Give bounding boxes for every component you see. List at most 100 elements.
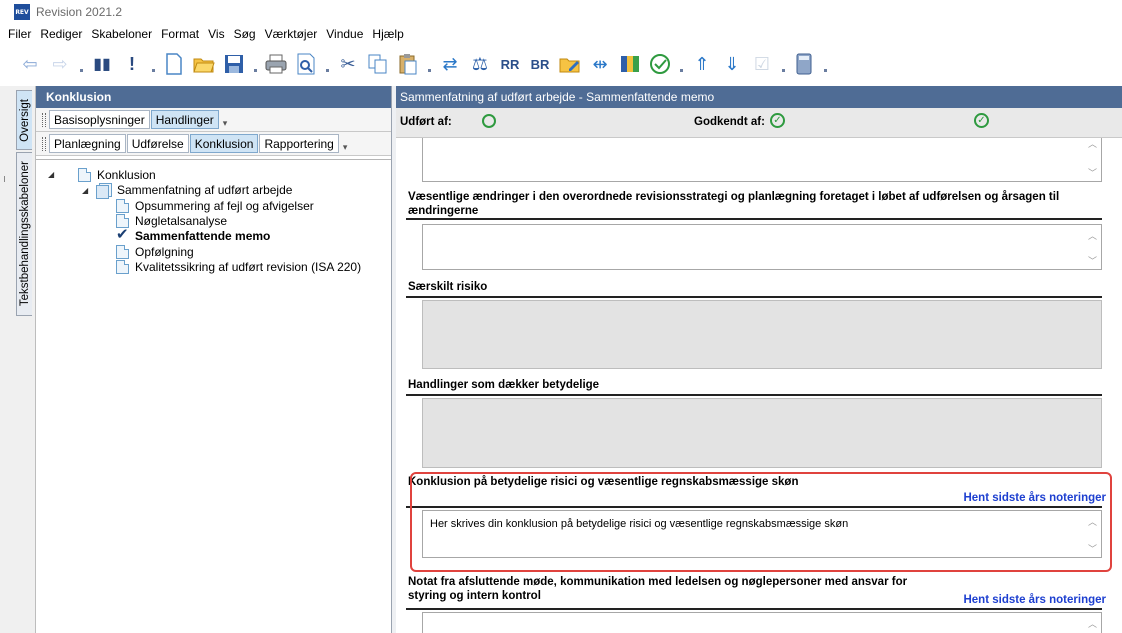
grip-handle[interactable]	[42, 112, 46, 127]
tab-udfoerelse[interactable]: Udførelse	[126, 134, 189, 153]
scroll-up-icon[interactable]: ︿	[1088, 515, 1097, 528]
menu-vaerktoejer[interactable]: Værktøjer	[265, 27, 318, 41]
transfer-icon[interactable]: ⇄	[438, 52, 462, 76]
balance-icon[interactable]: ⚖	[468, 52, 492, 76]
menu-rediger[interactable]: Rediger	[40, 27, 82, 41]
udfoert-label: Udført af:	[400, 116, 452, 128]
br-icon[interactable]: BR	[528, 52, 552, 76]
textarea-scrollbar[interactable]: ︿ ﹀	[1085, 138, 1101, 181]
menu-skabeloner[interactable]: Skabeloner	[91, 27, 152, 41]
previous-section-textarea[interactable]: ︿ ﹀	[422, 138, 1102, 182]
godkendt-label: Godkendt af:	[694, 116, 765, 128]
menu-hjaelp[interactable]: Hjælp	[372, 27, 403, 41]
tab-rapportering[interactable]: Rapportering	[259, 134, 339, 153]
tree-item-sammenfattende-memo[interactable]: ✔ Sammenfattende memo	[116, 225, 270, 243]
section-divider	[406, 394, 1102, 396]
side-tab-oversigt[interactable]: Oversigt	[16, 90, 32, 150]
tab-row-overflow-icon[interactable]: ▾	[343, 142, 348, 153]
menu-format[interactable]: Format	[161, 27, 199, 41]
final-status-icon[interactable]: ✓	[974, 113, 989, 128]
right-panel: Sammenfatning af udført arbejde - Sammen…	[396, 86, 1122, 633]
menu-filer[interactable]: Filer	[8, 27, 31, 41]
konklusion-text: Her skrives din konklusion på betydelige…	[430, 518, 849, 530]
tree-item-opfoelgning[interactable]: Opfølgning	[116, 244, 194, 259]
textarea-scrollbar[interactable]: ︿	[1085, 613, 1101, 633]
open-folder-icon[interactable]	[192, 52, 216, 76]
memo-content: ︿ ﹀ Væsentlige ændringer i den overordned…	[396, 138, 1122, 633]
menu-vis[interactable]: Vis	[208, 27, 224, 41]
udfoert-status-icon[interactable]	[482, 114, 496, 128]
menu-soeg[interactable]: Søg	[234, 27, 256, 41]
section-divider	[406, 218, 1102, 220]
tree-item-konklusion[interactable]: Konklusion	[78, 167, 156, 182]
tab-handlinger[interactable]: Handlinger	[150, 110, 219, 129]
notat-textarea[interactable]: ︿	[422, 612, 1102, 633]
folder-edit-icon[interactable]	[558, 52, 582, 76]
collapse-icon[interactable]: ◢	[48, 170, 54, 179]
textarea-scrollbar[interactable]: ︿ ﹀	[1085, 225, 1101, 269]
left-panel: Konklusion Basisoplysninger Handlinger ▾…	[36, 86, 392, 633]
tree-item-kvalitetssikring[interactable]: Kvalitetssikring af udført revision (ISA…	[116, 259, 361, 274]
tab-row-overflow-icon[interactable]: ▾	[223, 118, 228, 129]
navigation-tree: ◢ Konklusion ◢ Sammenfatning af udført a…	[36, 159, 391, 633]
save-icon[interactable]	[222, 52, 246, 76]
toolbar-separator	[252, 52, 258, 76]
forward-arrow-icon[interactable]: ⇨	[48, 52, 72, 76]
calculator-icon[interactable]	[792, 52, 816, 76]
tab-row-1: Basisoplysninger Handlinger ▾	[36, 108, 391, 132]
side-tab-tekstbehandling[interactable]: Tekstbehandlingsskabeloner	[16, 152, 32, 316]
scroll-down-icon[interactable]: ﹀	[1088, 254, 1097, 267]
cut-icon[interactable]: ✂	[336, 52, 360, 76]
document-icon	[116, 259, 129, 274]
hent-noteringer-link[interactable]: Hent sidste års noteringer	[963, 492, 1106, 504]
pause-icon[interactable]: ▮▮	[90, 52, 114, 76]
print-icon[interactable]	[264, 52, 288, 76]
toolbar-separator	[822, 52, 828, 76]
section-title-saerskilt: Særskilt risiko	[408, 281, 488, 293]
tab-basisoplysninger[interactable]: Basisoplysninger	[49, 110, 150, 129]
document-icon	[116, 244, 129, 259]
scroll-down-icon[interactable]: ﹀	[1088, 166, 1097, 179]
print-preview-icon[interactable]	[294, 52, 318, 76]
checkmark-icon: ✔	[116, 225, 129, 243]
tree-item-opsummering[interactable]: Opsummering af fejl og afvigelser	[116, 198, 314, 213]
down-arrows-icon[interactable]: ⇓	[720, 52, 744, 76]
exclamation-icon[interactable]: !	[120, 52, 144, 76]
toolbar-separator	[324, 52, 330, 76]
section-title-vaesentlige: Væsentlige ændringer i den overordnede r…	[408, 191, 1060, 217]
signpost-icon[interactable]: ⇹	[588, 52, 612, 76]
section-title-notat: Notat fra afsluttende møde, kommunikatio…	[408, 576, 908, 602]
tree-item-sammenfatning[interactable]: Sammenfatning af udført arbejde	[96, 182, 292, 199]
title-bar: REV Revision 2021.2	[0, 0, 1122, 24]
tab-planlaegning[interactable]: Planlægning	[49, 134, 126, 153]
up-arrows-icon[interactable]: ⇑	[690, 52, 714, 76]
konklusion-textarea[interactable]: Her skrives din konklusion på betydelige…	[422, 510, 1102, 558]
scroll-down-icon[interactable]: ﹀	[1088, 542, 1097, 555]
back-arrow-icon[interactable]: ⇦	[18, 52, 42, 76]
godkendt-status-icon[interactable]: ✓	[770, 113, 785, 128]
tab-row-2: Planlægning Udførelse Konklusion Rapport…	[36, 132, 391, 156]
rr-icon[interactable]: RR	[498, 52, 522, 76]
checkbox-icon[interactable]: ☑	[750, 52, 774, 76]
vaesentlige-textarea[interactable]: ︿ ﹀	[422, 224, 1102, 270]
copy-icon[interactable]	[366, 52, 390, 76]
saerskilt-textarea	[422, 300, 1102, 369]
toolbar: ⇦ ⇨ ▮▮ ! ✂ ⇄ ⚖ RR BR ⇹ ⇑ ⇓ ☑	[0, 44, 1122, 84]
tree-item-noegletalsanalyse[interactable]: Nøgletalsanalyse	[116, 213, 227, 228]
textarea-scrollbar[interactable]: ︿ ﹀	[1085, 511, 1101, 557]
tree-item-label: Opsummering af fejl og afvigelser	[135, 198, 314, 213]
tab-konklusion[interactable]: Konklusion	[189, 134, 259, 153]
hent-noteringer-link[interactable]: Hent sidste års noteringer	[963, 594, 1106, 606]
new-document-icon[interactable]	[162, 52, 186, 76]
menu-vindue[interactable]: Vindue	[326, 27, 363, 41]
scroll-up-icon[interactable]: ︿	[1088, 617, 1097, 630]
side-tab-tekstbehandling-label: Tekstbehandlingsskabeloner	[18, 161, 31, 307]
paste-icon[interactable]	[396, 52, 420, 76]
approve-icon[interactable]	[648, 52, 672, 76]
scroll-up-icon[interactable]: ︿	[1088, 138, 1097, 150]
grip-handle[interactable]	[42, 136, 46, 151]
binder-icon[interactable]	[618, 52, 642, 76]
scroll-up-icon[interactable]: ︿	[1088, 229, 1097, 242]
collapse-icon[interactable]: ◢	[82, 186, 88, 195]
section-title-konklusion: Konklusion på betydelige risici og væsen…	[408, 476, 799, 488]
